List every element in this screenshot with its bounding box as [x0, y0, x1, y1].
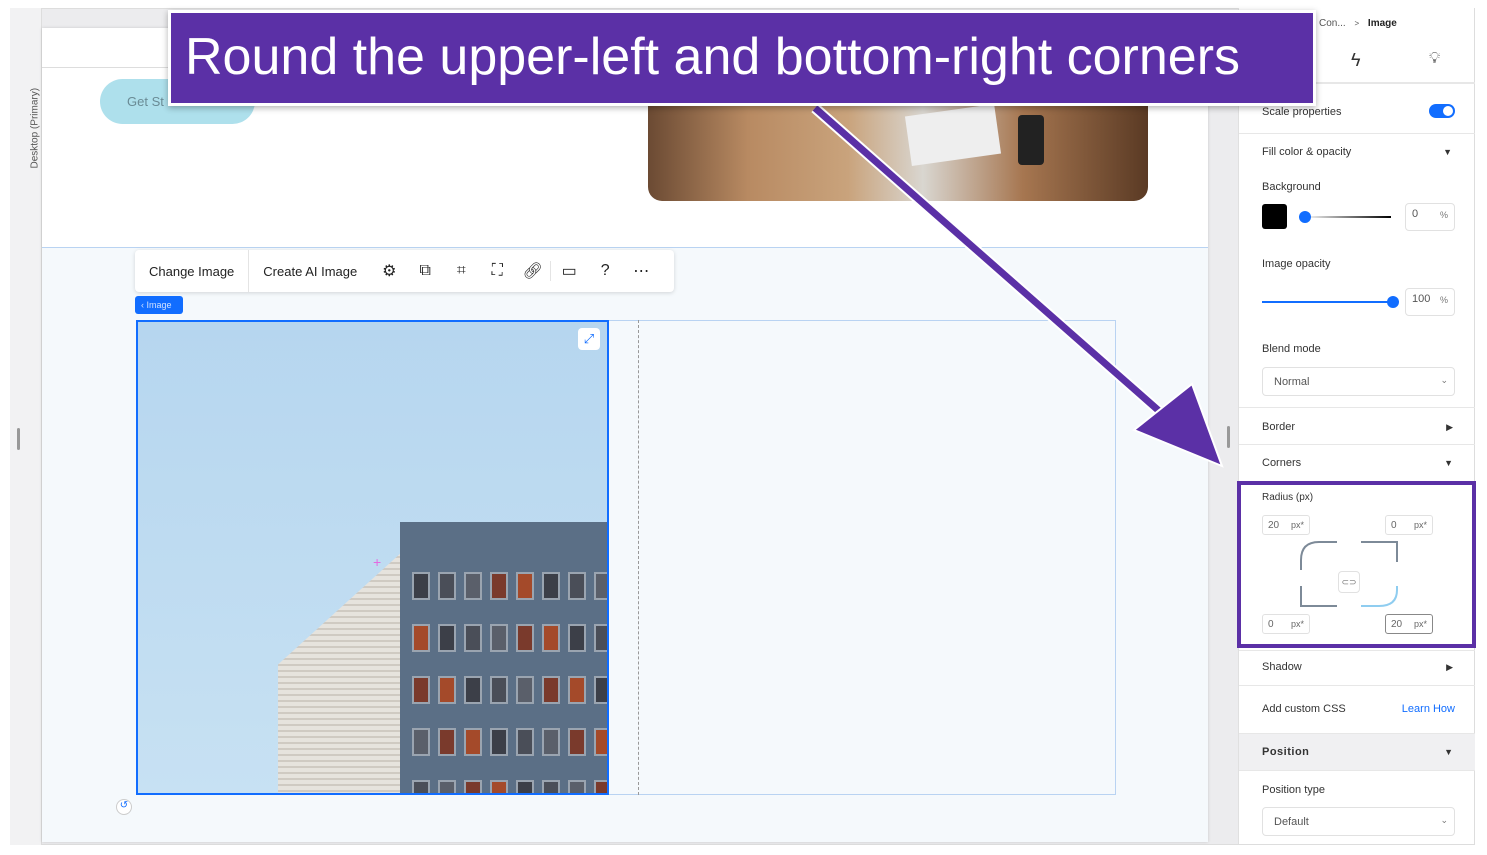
corners-highlight-box — [1237, 481, 1476, 648]
annotation-banner: Round the upper-left and bottom-right co… — [168, 10, 1316, 106]
annotation-arrow — [811, 103, 1224, 468]
